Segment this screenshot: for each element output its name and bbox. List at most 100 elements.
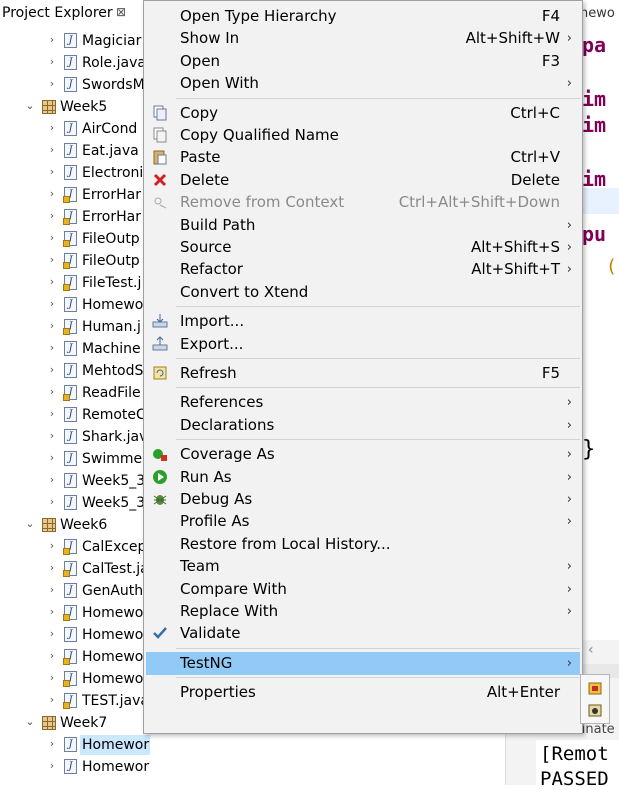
tree-file-row[interactable]: › J CalExcep [0, 536, 150, 558]
menu-item-references[interactable]: References › [146, 391, 580, 414]
menu-item-import[interactable]: Import... [146, 310, 580, 333]
menu-item-open[interactable]: Open F3 [146, 50, 580, 73]
menu-item-source[interactable]: Source Alt+Shift+S › [146, 236, 580, 259]
menu-item-restore-from-local-history[interactable]: Restore from Local History... [146, 533, 580, 556]
chevron-right-icon[interactable]: › [46, 759, 58, 773]
tree-file-row[interactable]: › J Shark.jav [0, 426, 150, 448]
tree-package-row[interactable]: ⌄ Week6 [0, 514, 150, 536]
editor-tab[interactable]: newo [580, 6, 615, 21]
chevron-right-icon[interactable]: › [46, 33, 58, 47]
chevron-right-icon[interactable]: › [46, 737, 58, 751]
chevron-right-icon[interactable]: › [46, 209, 58, 223]
menu-item-coverage-as[interactable]: Coverage As › [146, 443, 580, 466]
chevron-right-icon[interactable]: › [46, 341, 58, 355]
tree-file-row[interactable]: › J Homewo [0, 668, 150, 690]
testng-debug-icon[interactable] [587, 702, 603, 718]
chevron-right-icon[interactable]: › [46, 473, 58, 487]
tree-file-row[interactable]: › J Swimme [0, 448, 150, 470]
chevron-right-icon[interactable]: › [46, 451, 58, 465]
tree-file-row[interactable]: › J AirCond [0, 118, 150, 140]
tree-file-row[interactable]: › J Eat.java [0, 140, 150, 162]
menu-item-testng[interactable]: TestNG › [146, 651, 580, 675]
menu-item-paste[interactable]: Paste Ctrl+V [146, 146, 580, 169]
tree-file-row[interactable]: › J Machine [0, 338, 150, 360]
tree-file-row[interactable]: › J Week5_3 [0, 470, 150, 492]
tree-file-row[interactable]: › J FileOutp [0, 250, 150, 272]
menu-item-replace-with[interactable]: Replace With › [146, 600, 580, 623]
menu-item-remove-from-context[interactable]: Remove from Context Ctrl+Alt+Shift+Down [146, 191, 580, 214]
chevron-right-icon[interactable]: › [46, 583, 58, 597]
tree-file-row[interactable]: › J Homewo [0, 602, 150, 624]
chevron-right-icon[interactable]: › [46, 407, 58, 421]
tree-file-row[interactable]: › J GenAuth [0, 580, 150, 602]
chevron-right-icon[interactable]: › [46, 187, 58, 201]
tree-package-row[interactable]: ⌄ Week7 [0, 712, 150, 734]
testng-run-icon[interactable] [587, 680, 603, 696]
menu-item-build-path[interactable]: Build Path › [146, 214, 580, 237]
tree-file-row[interactable]: › J Electroni [0, 162, 150, 184]
tree-file-row[interactable]: › J Human.j [0, 316, 150, 338]
menu-item-compare-with[interactable]: Compare With › [146, 578, 580, 601]
chevron-right-icon[interactable]: › [46, 539, 58, 553]
chevron-right-icon[interactable]: › [46, 121, 58, 135]
tree-file-row[interactable]: › J ErrorHar [0, 206, 150, 228]
chevron-down-icon[interactable]: ⌄ [24, 517, 36, 531]
chevron-right-icon[interactable]: › [46, 143, 58, 157]
tree-file-row[interactable]: › J ErrorHar [0, 184, 150, 206]
tree-file-row[interactable]: › J Homewo [0, 294, 150, 316]
tree-file-row[interactable]: › J FileOutp [0, 228, 150, 250]
menu-item-convert-to-xtend[interactable]: Convert to Xtend [146, 281, 580, 304]
chevron-right-icon[interactable]: › [46, 275, 58, 289]
chevron-right-icon[interactable]: › [46, 385, 58, 399]
chevron-right-icon[interactable]: › [46, 165, 58, 179]
tree-file-row[interactable]: › J Homewo [0, 624, 150, 646]
chevron-right-icon[interactable]: › [46, 319, 58, 333]
menu-item-open-with[interactable]: Open With › [146, 72, 580, 95]
menu-item-team[interactable]: Team › [146, 555, 580, 578]
tree-file-row[interactable]: › J RemoteC [0, 404, 150, 426]
tree-file-row[interactable]: › JHomework7_1_2.java [0, 734, 150, 756]
chevron-right-icon[interactable]: › [46, 363, 58, 377]
chevron-down-icon[interactable]: ⌄ [24, 715, 36, 729]
menu-item-copy-qualified-name[interactable]: Copy Qualified Name [146, 124, 580, 147]
chevron-right-icon[interactable]: › [46, 495, 58, 509]
menu-item-validate[interactable]: Validate [146, 622, 580, 645]
chevron-left-icon[interactable]: ‹ [588, 642, 594, 658]
tree-file-row[interactable]: › J SwordsM [0, 74, 150, 96]
menu-item-delete[interactable]: Delete Delete [146, 169, 580, 192]
menu-item-debug-as[interactable]: Debug As › [146, 488, 580, 511]
chevron-down-icon[interactable]: ⌄ [24, 99, 36, 113]
menu-item-refactor[interactable]: Refactor Alt+Shift+T › [146, 258, 580, 281]
chevron-right-icon[interactable]: › [46, 297, 58, 311]
chevron-right-icon[interactable]: › [46, 561, 58, 575]
tree-file-row[interactable]: › J Week5_3 [0, 492, 150, 514]
tree-file-row[interactable]: › J Homewo [0, 646, 150, 668]
chevron-right-icon[interactable]: › [46, 77, 58, 91]
tree-file-row[interactable]: › J Magiciar [0, 30, 150, 52]
menu-item-refresh[interactable]: Refresh F5 [146, 362, 580, 385]
menu-item-open-type-hierarchy[interactable]: Open Type Hierarchy F4 [146, 5, 580, 28]
menu-item-properties[interactable]: Properties Alt+Enter [146, 681, 580, 704]
chevron-right-icon[interactable]: › [46, 627, 58, 641]
close-view-icon[interactable]: ⊠ [116, 5, 126, 19]
chevron-right-icon[interactable]: › [46, 253, 58, 267]
menu-item-profile-as[interactable]: Profile As › [146, 510, 580, 533]
menu-item-copy[interactable]: Copy Ctrl+C [146, 102, 580, 125]
menu-item-export[interactable]: Export... [146, 333, 580, 356]
menu-item-run-as[interactable]: Run As › [146, 466, 580, 489]
tree-file-row[interactable]: › J ReadFile [0, 382, 150, 404]
menu-item-declarations[interactable]: Declarations › [146, 414, 580, 437]
tree-file-row[interactable]: › J FileTest.j [0, 272, 150, 294]
chevron-right-icon[interactable]: › [46, 429, 58, 443]
chevron-right-icon[interactable]: › [46, 671, 58, 685]
tree-file-row[interactable]: › J Role.java [0, 52, 150, 74]
project-explorer-tab[interactable]: Project Explorer ⊠ [0, 0, 150, 28]
chevron-right-icon[interactable]: › [46, 605, 58, 619]
menu-item-show-in[interactable]: Show In Alt+Shift+W › [146, 27, 580, 50]
tree-file-row[interactable]: › J CalTest.ja [0, 558, 150, 580]
tree-file-row[interactable]: › J TEST.java [0, 690, 150, 712]
tree-package-row[interactable]: ⌄ Week5 [0, 96, 150, 118]
tree-file-row[interactable]: › J MehtodS [0, 360, 150, 382]
tree-file-row[interactable]: › J Homework7_1.java [0, 756, 150, 778]
chevron-right-icon[interactable]: › [46, 693, 58, 707]
